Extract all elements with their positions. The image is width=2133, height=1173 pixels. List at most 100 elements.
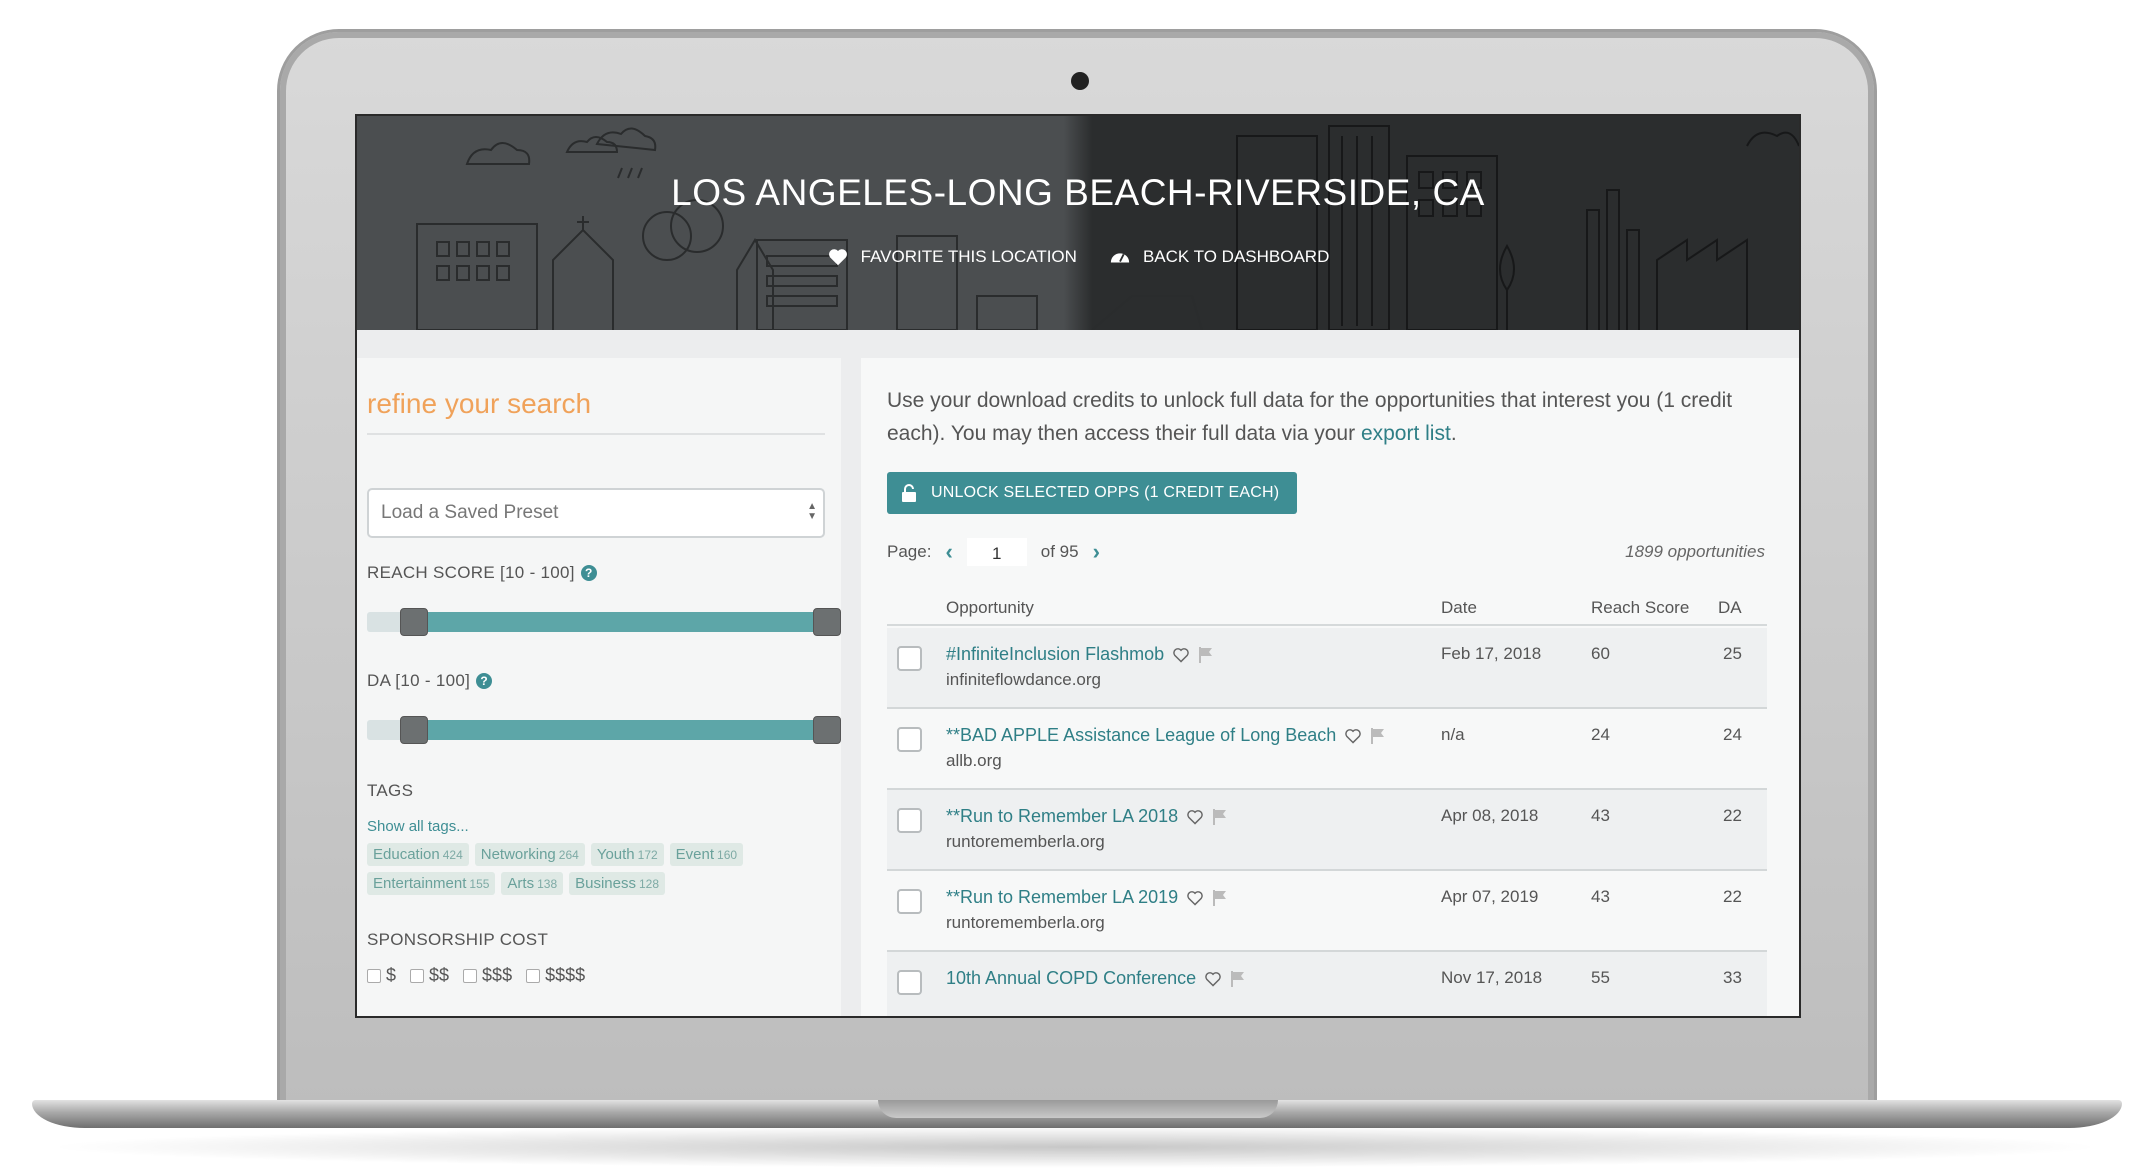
lock-icon	[902, 484, 916, 502]
export-list-link[interactable]: export list	[1361, 422, 1451, 445]
opportunity-link[interactable]: **Run to Remember LA 2018	[946, 806, 1228, 827]
opportunity-domain: runtorememberla.org	[946, 913, 1105, 932]
tag-event[interactable]: Event 160	[669, 843, 744, 866]
back-to-dashboard-button[interactable]: BACK TO DASHBOARD	[1109, 246, 1329, 268]
opportunity-domain: runtorememberla.org	[946, 832, 1105, 851]
row-da: 25	[1723, 644, 1742, 663]
da-label: DA [10 - 100]?	[367, 671, 493, 691]
tag-count: 264	[558, 848, 579, 862]
row-reach-score: 55	[1591, 968, 1610, 987]
opportunity-link[interactable]: **BAD APPLE Assistance League of Long Be…	[946, 725, 1386, 746]
tag-arts[interactable]: Arts 138	[501, 872, 564, 895]
row-da: 22	[1723, 887, 1742, 906]
laptop-camera	[1071, 72, 1089, 90]
row-reach-score: 60	[1591, 644, 1610, 663]
column-reach-score[interactable]: Reach Score	[1591, 598, 1689, 618]
row-checkbox[interactable]	[897, 808, 922, 833]
column-opportunity[interactable]: Opportunity	[946, 598, 1034, 618]
reach-score-slider[interactable]	[367, 608, 841, 636]
flag-icon[interactable]	[1212, 808, 1228, 826]
opportunity-name: **BAD APPLE Assistance League of Long Be…	[946, 725, 1337, 745]
divider	[367, 433, 825, 435]
cost-option-3[interactable]: $$$	[463, 965, 512, 986]
table-row[interactable]: **BAD APPLE Assistance League of Long Be…	[887, 709, 1767, 790]
heart-outline-icon[interactable]	[1172, 647, 1190, 663]
da-label-text: DA [10 - 100]	[367, 671, 471, 690]
location-header: LOS ANGELES-LONG BEACH-RIVERSIDE, CA FAV…	[357, 116, 1799, 330]
flag-icon[interactable]	[1212, 889, 1228, 907]
opportunity-link[interactable]: #InfiniteInclusion Flashmob	[946, 644, 1214, 665]
laptop-shadow	[40, 1126, 2110, 1168]
flag-icon[interactable]	[1198, 646, 1214, 664]
city-skyline-illustration	[416, 125, 1799, 330]
tag-entertainment[interactable]: Entertainment 155	[367, 872, 496, 895]
row-checkbox[interactable]	[897, 646, 922, 671]
da-max-handle[interactable]	[813, 716, 841, 744]
tag-count: 172	[637, 848, 658, 862]
select-arrows-icon: ▲ ▼	[807, 501, 817, 522]
cost-option-label: $	[386, 965, 397, 985]
da-slider-fill	[412, 720, 827, 740]
row-date: n/a	[1441, 725, 1465, 744]
show-all-tags-link[interactable]: Show all tags...	[367, 818, 469, 835]
row-checkbox[interactable]	[897, 727, 922, 752]
tag-business[interactable]: Business 128	[569, 872, 666, 895]
tag-name: Business	[575, 875, 636, 892]
tag-name: Youth	[596, 846, 635, 863]
page-label: Page:	[887, 542, 932, 561]
chevron-right-icon[interactable]: ›	[1093, 539, 1100, 565]
header-actions: FAVORITE THIS LOCATION BACK TO DASHBOARD	[357, 246, 1799, 268]
opportunity-name: **Run to Remember LA 2018	[946, 806, 1179, 826]
tag-count: 155	[469, 877, 490, 891]
tag-networking[interactable]: Networking 264	[474, 843, 585, 866]
opportunities-panel: Use your download credits to unlock full…	[861, 358, 1799, 1016]
cost-checkbox[interactable]	[463, 968, 478, 983]
table-row[interactable]: #InfiniteInclusion Flashmob infiniteflow…	[887, 628, 1767, 709]
column-da[interactable]: DA	[1718, 598, 1742, 618]
chevron-left-icon[interactable]: ‹	[945, 539, 952, 565]
cost-option-2[interactable]: $$	[410, 965, 449, 986]
cost-option-4[interactable]: $$$$	[526, 965, 585, 986]
heart-outline-icon[interactable]	[1186, 890, 1204, 906]
row-date: Apr 07, 2019	[1441, 887, 1539, 906]
heart-outline-icon[interactable]	[1186, 809, 1204, 825]
page-number-input[interactable]	[966, 538, 1027, 566]
heart-outline-icon[interactable]	[1344, 728, 1362, 744]
opportunity-name: **Run to Remember LA 2019	[946, 887, 1179, 907]
unlock-selected-button[interactable]: UNLOCK SELECTED OPPS (1 CREDIT EACH)	[887, 472, 1297, 514]
table-row[interactable]: **Run to Remember LA 2018 runtorememberl…	[887, 790, 1767, 871]
row-da: 33	[1723, 968, 1742, 987]
da-min-handle[interactable]	[400, 716, 428, 744]
flag-icon[interactable]	[1230, 970, 1246, 988]
screen: LOS ANGELES-LONG BEACH-RIVERSIDE, CA FAV…	[355, 114, 1801, 1018]
saved-preset-placeholder: Load a Saved Preset	[381, 502, 559, 523]
row-checkbox[interactable]	[897, 970, 922, 995]
cost-checkbox[interactable]	[367, 968, 381, 983]
da-slider[interactable]	[367, 716, 841, 744]
tag-youth[interactable]: Youth 172	[590, 843, 664, 866]
table-row[interactable]: 10th Annual COPD Conference Nov 17, 2018…	[887, 952, 1767, 1016]
cost-option-1[interactable]: $	[367, 965, 396, 986]
reach-score-min-handle[interactable]	[400, 608, 428, 636]
opportunity-link[interactable]: 10th Annual COPD Conference	[946, 968, 1246, 989]
opportunity-link[interactable]: **Run to Remember LA 2019	[946, 887, 1228, 908]
favorite-location-button[interactable]: FAVORITE THIS LOCATION	[827, 246, 1077, 268]
flag-icon[interactable]	[1370, 727, 1386, 745]
heart-outline-icon[interactable]	[1204, 971, 1222, 987]
reach-score-max-handle[interactable]	[813, 608, 841, 636]
table-row[interactable]: **Run to Remember LA 2019 runtorememberl…	[887, 871, 1767, 952]
row-checkbox[interactable]	[897, 889, 922, 914]
opportunity-domain: allb.org	[946, 751, 1002, 770]
back-to-dashboard-label: BACK TO DASHBOARD	[1142, 247, 1330, 266]
column-date[interactable]: Date	[1441, 598, 1477, 618]
saved-preset-select[interactable]: Load a Saved Preset ▲ ▼	[367, 488, 825, 538]
dashboard-gauge-icon	[1110, 253, 1130, 263]
cost-checkbox[interactable]	[410, 968, 425, 983]
tag-education[interactable]: Education 424	[367, 843, 469, 866]
help-icon[interactable]: ?	[476, 673, 493, 689]
tag-name: Education	[373, 846, 440, 863]
cost-checkbox[interactable]	[526, 968, 541, 983]
table-header: Opportunity Date Reach Score DA	[887, 590, 1767, 626]
row-reach-score: 43	[1591, 806, 1610, 825]
help-icon[interactable]: ?	[580, 565, 597, 581]
